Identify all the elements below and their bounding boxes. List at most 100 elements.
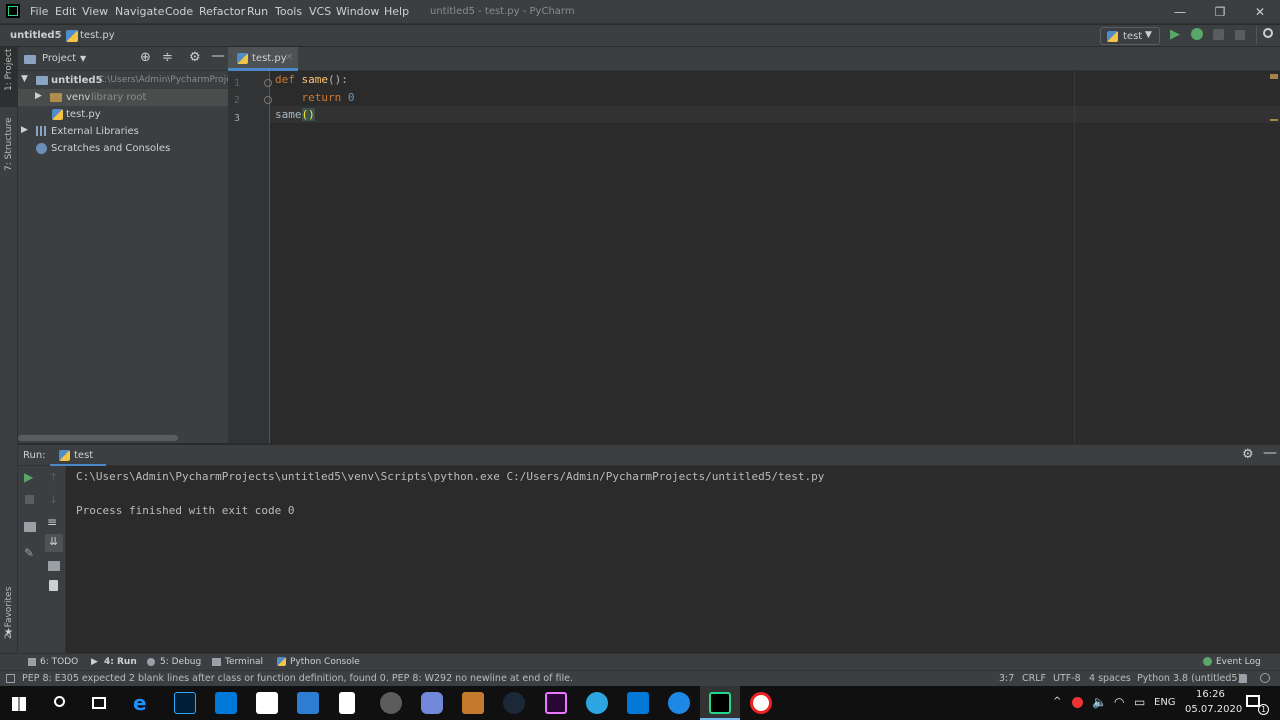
rerun-icon[interactable]: ▶ bbox=[24, 470, 33, 484]
warning-marker[interactable] bbox=[1270, 119, 1278, 121]
expand-arrow-icon[interactable]: ▼ bbox=[21, 74, 28, 84]
tool-tab-structure[interactable]: 7: Structure bbox=[4, 118, 14, 172]
hide-panel-icon[interactable]: — bbox=[211, 48, 225, 64]
tree-row-untitled5[interactable]: ▼ untitled5 C:\Users\Admin\PycharmProje bbox=[18, 72, 232, 89]
indent-setting[interactable]: 4 spaces bbox=[1089, 673, 1131, 684]
fold-marker-icon[interactable] bbox=[264, 79, 272, 87]
debug-icon bbox=[147, 658, 155, 666]
search-icon[interactable] bbox=[54, 696, 65, 707]
app-window-icon[interactable] bbox=[297, 692, 319, 714]
stop-icon[interactable] bbox=[1235, 30, 1245, 40]
menu-run[interactable]: Run bbox=[247, 5, 268, 18]
clock-date[interactable]: 05.07.2020 bbox=[1185, 704, 1242, 715]
up-arrow-icon[interactable]: ↑ bbox=[49, 471, 58, 484]
language-indicator[interactable]: ENG bbox=[1154, 697, 1176, 708]
down-arrow-icon[interactable]: ↓ bbox=[49, 493, 58, 506]
menu-file[interactable]: File bbox=[30, 5, 48, 18]
tab-debug[interactable]: 5: Debug bbox=[160, 657, 201, 667]
yandex-browser-icon[interactable] bbox=[256, 692, 278, 714]
project-view-select[interactable]: Project bbox=[42, 53, 76, 64]
tree-row-scratches[interactable]: Scratches and Consoles bbox=[18, 140, 228, 157]
tree-row-testpy[interactable]: test.py bbox=[18, 106, 228, 123]
tab-todo[interactable]: 6: TODO bbox=[40, 657, 78, 667]
horizontal-scrollbar[interactable] bbox=[18, 435, 178, 441]
hide-panel-icon[interactable]: — bbox=[1263, 445, 1277, 461]
breadcrumb-file[interactable]: test.py bbox=[80, 30, 115, 41]
network-app-icon[interactable] bbox=[380, 692, 402, 714]
menu-navigate[interactable]: Navigate bbox=[115, 5, 164, 18]
vpn-icon[interactable] bbox=[668, 692, 690, 714]
menu-window[interactable]: Window bbox=[336, 5, 379, 18]
trash-icon[interactable] bbox=[49, 580, 58, 591]
breadcrumb-project[interactable]: untitled5 bbox=[10, 30, 62, 41]
menu-view[interactable]: View bbox=[82, 5, 108, 18]
tab-python-console[interactable]: Python Console bbox=[290, 657, 360, 667]
search-icon[interactable] bbox=[1263, 28, 1273, 38]
volume-icon[interactable]: 🔈 bbox=[1092, 695, 1107, 709]
pycharm-taskbar-icon[interactable] bbox=[709, 692, 731, 714]
tab-event-log[interactable]: Event Log bbox=[1216, 657, 1261, 667]
clock-time[interactable]: 16:26 bbox=[1196, 689, 1225, 700]
lock-icon[interactable] bbox=[1239, 674, 1247, 683]
menu-help[interactable]: Help bbox=[384, 5, 409, 18]
edge-icon[interactable]: e bbox=[133, 692, 155, 714]
mail-icon[interactable] bbox=[215, 692, 237, 714]
window-app-icon[interactable] bbox=[627, 692, 649, 714]
coverage-icon[interactable] bbox=[1213, 29, 1224, 40]
gear-icon[interactable]: ⚙ bbox=[189, 50, 201, 65]
task-view-icon[interactable] bbox=[92, 697, 106, 709]
tab-terminal[interactable]: Terminal bbox=[225, 657, 263, 667]
caret-position[interactable]: 3:7 bbox=[999, 673, 1014, 684]
notification-icon[interactable] bbox=[1246, 695, 1260, 707]
file-encoding[interactable]: UTF-8 bbox=[1053, 673, 1081, 684]
close-tab-icon[interactable]: ✕ bbox=[285, 52, 293, 63]
tree-row-venv[interactable]: ▶ venv library root bbox=[18, 89, 228, 106]
inspector-icon[interactable] bbox=[1260, 673, 1270, 683]
maximize-button[interactable]: ❐ bbox=[1200, 2, 1240, 22]
menu-edit[interactable]: Edit bbox=[55, 5, 76, 18]
collapse-icon[interactable]: ≑ bbox=[162, 50, 173, 65]
tab-run[interactable]: 4: Run bbox=[104, 657, 137, 667]
stop-icon[interactable] bbox=[25, 495, 34, 504]
chevron-up-icon[interactable]: ^ bbox=[1053, 696, 1061, 707]
windows-start-icon[interactable] bbox=[12, 697, 26, 711]
pin-icon[interactable]: ✎ bbox=[24, 546, 34, 560]
close-button[interactable]: ✕ bbox=[1240, 2, 1280, 22]
tree-row-external-libraries[interactable]: ▶ External Libraries bbox=[18, 123, 228, 140]
layout-icon[interactable] bbox=[24, 522, 36, 532]
run-tab-test[interactable]: test bbox=[74, 450, 93, 461]
menu-code[interactable]: Code bbox=[165, 5, 193, 18]
steam-icon[interactable] bbox=[503, 692, 525, 714]
menu-vcs[interactable]: VCS bbox=[309, 5, 331, 18]
battery-icon[interactable]: ▭ bbox=[1134, 695, 1145, 709]
wifi-icon[interactable]: ◠ bbox=[1114, 695, 1124, 709]
print-icon[interactable] bbox=[48, 561, 60, 571]
minimize-button[interactable]: — bbox=[1160, 2, 1200, 22]
tool-tab-project[interactable]: 1: Project bbox=[4, 49, 14, 91]
line-separator[interactable]: CRLF bbox=[1022, 673, 1046, 684]
toggle-tool-windows-icon[interactable] bbox=[6, 674, 15, 683]
warning-marker[interactable] bbox=[1270, 74, 1278, 79]
yandex-icon[interactable] bbox=[750, 692, 772, 714]
photoshop-icon[interactable] bbox=[174, 692, 196, 714]
gear-icon[interactable]: ⚙ bbox=[1242, 447, 1254, 462]
debug-icon[interactable] bbox=[1191, 28, 1203, 40]
fold-marker-icon[interactable] bbox=[264, 96, 272, 104]
tray-app-icon[interactable] bbox=[1072, 697, 1083, 708]
expand-arrow-icon[interactable]: ▶ bbox=[35, 91, 42, 101]
game-icon[interactable] bbox=[462, 692, 484, 714]
editor-area[interactable]: test.py ✕ 1 2 3 def same(): return 0 sam… bbox=[228, 47, 1280, 443]
menu-refactor[interactable]: Refactor bbox=[199, 5, 245, 18]
file-icon[interactable] bbox=[339, 692, 355, 714]
premiere-icon[interactable] bbox=[545, 692, 567, 714]
interpreter-select[interactable]: Python 3.8 (untitled5) bbox=[1137, 673, 1241, 684]
telegram-icon[interactable] bbox=[586, 692, 608, 714]
locate-icon[interactable]: ⊕ bbox=[140, 50, 151, 65]
tab-testpy[interactable]: test.py ✕ bbox=[228, 47, 298, 71]
menu-tools[interactable]: Tools bbox=[275, 5, 302, 18]
expand-arrow-icon[interactable]: ▶ bbox=[21, 125, 28, 135]
discord-icon[interactable] bbox=[421, 692, 443, 714]
run-configuration-select[interactable]: test ▼ bbox=[1100, 27, 1160, 45]
run-icon[interactable]: ▶ bbox=[1170, 27, 1180, 42]
soft-wrap-icon[interactable]: ≡ bbox=[47, 515, 57, 529]
